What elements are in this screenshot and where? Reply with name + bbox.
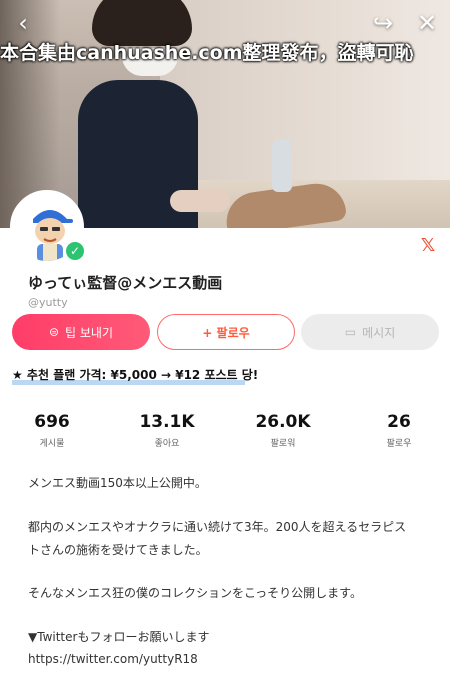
message-button[interactable]: ▭ 메시지	[301, 314, 439, 350]
chat-icon: ▭	[344, 325, 357, 339]
stat-followers-label: 팔로워	[270, 439, 296, 449]
stat-following-value: 26	[387, 412, 411, 432]
stat-following[interactable]: 26 팔로우	[354, 412, 444, 449]
recommended-plan-text[interactable]: ★ 추천 플랜 가격: ¥5,000 → ¥12 포스트 당!	[12, 366, 258, 383]
stat-posts[interactable]: 696 게시물	[7, 412, 97, 449]
share-icon[interactable]: ↪	[368, 8, 398, 38]
twitter-link[interactable]: https://twitter.com/yuttyR18	[28, 652, 198, 666]
follow-label: + 팔로우	[202, 325, 250, 340]
stat-likes[interactable]: 13.1K 좋아요	[122, 412, 212, 449]
message-label: 메시지	[362, 325, 396, 340]
chevron-left-icon[interactable]: ‹	[8, 8, 38, 38]
stat-following-label: 팔로우	[386, 439, 412, 449]
stat-followers[interactable]: 26.0K 팔로워	[238, 412, 328, 449]
x-logo-icon[interactable]: 𝕏	[418, 236, 438, 256]
stat-followers-value: 26.0K	[255, 412, 311, 432]
bio-line: 都内のメンエスやオナクラに通い続けて3年。200人を超えるセラピス	[28, 520, 407, 534]
coin-icon: ⊜	[48, 325, 60, 339]
verified-badge-icon: ✓	[64, 240, 86, 262]
bio-line: メンエス動画150本以上公開中。	[28, 476, 207, 490]
follow-button[interactable]: + 팔로우	[157, 314, 295, 350]
watermark-text: 本合集由canhuashe.com整理發布，盜轉可恥	[0, 42, 414, 64]
stat-posts-label: 게시물	[39, 439, 65, 449]
stat-likes-label: 좋아요	[154, 439, 180, 449]
close-icon[interactable]: ✕	[412, 8, 442, 38]
bio-line: ▼Twitterもフォローお願いします	[28, 630, 210, 644]
stat-likes-value: 13.1K	[139, 412, 195, 432]
bio-line: そんなメンエス狂の僕のコレクションをこっそり公開します。	[28, 586, 362, 600]
profile-handle: @yutty	[28, 296, 68, 309]
send-tip-label: 팁 보내기	[65, 325, 114, 340]
stat-posts-value: 696	[34, 412, 70, 432]
profile-name: ゆってぃ監督@メンエス動画	[28, 274, 223, 292]
bio-line: トさんの施術を受けてきました。	[28, 543, 208, 557]
send-tip-button[interactable]: ⊜ 팁 보내기	[12, 314, 150, 350]
